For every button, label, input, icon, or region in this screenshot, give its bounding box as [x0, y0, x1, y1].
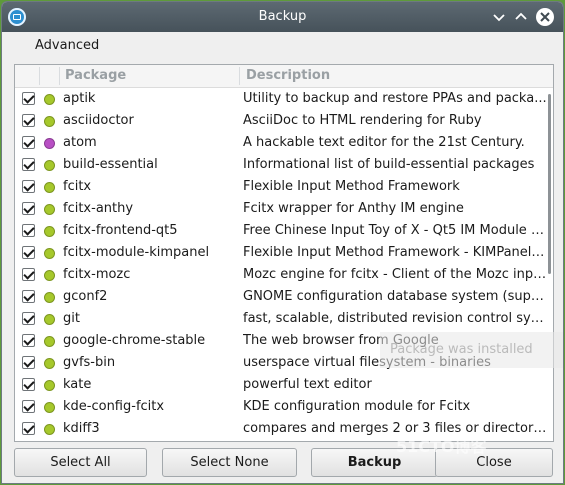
package-row[interactable]: kde-config-fcitx KDE configuration module…: [15, 396, 547, 418]
status-dot-icon: [44, 424, 55, 435]
status-dot-icon: [44, 358, 55, 369]
package-name: aptik: [63, 91, 96, 106]
title-bar[interactable]: Backup: [2, 2, 563, 32]
package-checkbox[interactable]: [22, 334, 35, 347]
install-status-tooltip: Package was installed: [380, 332, 563, 368]
watermark: 51CTO博客: [396, 437, 487, 456]
status-dot-icon: [44, 270, 55, 281]
package-description: GNOME configuration database system (sup…: [243, 289, 547, 304]
package-description: compares and merges 2 or 3 files or dire…: [243, 421, 547, 436]
package-description: A hackable text editor for the 21st Cent…: [243, 135, 525, 150]
package-name: google-chrome-stable: [63, 333, 206, 348]
status-dot-icon: [44, 204, 55, 215]
menu-bar: Advanced: [2, 32, 563, 60]
package-row[interactable]: fcitx-mozc Mozc engine for fcitx - Client…: [15, 264, 547, 286]
package-checkbox[interactable]: [22, 312, 35, 325]
package-name: fcitx-mozc: [63, 267, 131, 282]
minimize-icon[interactable]: [490, 8, 508, 26]
package-checkbox[interactable]: [22, 114, 35, 127]
package-checkbox[interactable]: [22, 400, 35, 413]
status-dot-icon: [44, 226, 55, 237]
package-description: AsciiDoc to HTML rendering for Ruby: [243, 113, 482, 128]
select-none-button[interactable]: Select None: [162, 448, 297, 477]
package-checkbox[interactable]: [22, 356, 35, 369]
package-checkbox[interactable]: [22, 246, 35, 259]
scrollbar-thumb[interactable]: [548, 94, 551, 274]
package-checkbox[interactable]: [22, 158, 35, 171]
package-description: Fcitx wrapper for Anthy IM engine: [243, 201, 464, 216]
package-description: Free Chinese Input Toy of X - Qt5 IM Mod…: [243, 223, 547, 238]
package-description: Mozc engine for fcitx - Client of the Mo…: [243, 267, 547, 282]
maximize-icon[interactable]: [512, 8, 530, 26]
package-name: kate: [63, 377, 92, 392]
menu-advanced[interactable]: Advanced: [26, 32, 108, 60]
status-dot-icon: [44, 182, 55, 193]
package-name: fcitx: [63, 179, 92, 194]
package-name: fcitx-module-kimpanel: [63, 245, 210, 260]
package-row[interactable]: fcitx Flexible Input Method Framework: [15, 176, 547, 198]
package-checkbox[interactable]: [22, 378, 35, 391]
package-rows: aptik Utility to backup and restore PPAs …: [15, 88, 547, 440]
package-row[interactable]: git fast, scalable, distributed revision …: [15, 308, 547, 330]
package-description: Flexible Input Method Framework - KIMPan…: [243, 245, 547, 260]
package-name: kdiff3: [63, 421, 100, 436]
status-dot-icon: [44, 380, 55, 391]
status-dot-icon: [44, 160, 55, 171]
status-dot-icon: [44, 116, 55, 127]
package-checkbox[interactable]: [22, 180, 35, 193]
package-description: KDE configuration module for Fcitx: [243, 399, 471, 414]
status-dot-icon: [44, 292, 55, 303]
status-dot-icon: [44, 94, 55, 105]
package-checkbox[interactable]: [22, 136, 35, 149]
vertical-scrollbar[interactable]: [548, 88, 553, 440]
close-icon[interactable]: [535, 7, 555, 27]
package-name: git: [63, 311, 80, 326]
select-all-button[interactable]: Select All: [14, 448, 147, 477]
package-checkbox[interactable]: [22, 290, 35, 303]
status-dot-icon: [44, 314, 55, 325]
package-row[interactable]: build-essential Informational list of bui…: [15, 154, 547, 176]
package-description: Informational list of build-essential pa…: [243, 157, 535, 172]
header-divider: [239, 67, 240, 85]
column-header-package[interactable]: Package: [65, 65, 126, 87]
package-checkbox[interactable]: [22, 202, 35, 215]
package-description: fast, scalable, distributed revision con…: [243, 311, 547, 326]
package-checkbox[interactable]: [22, 422, 35, 435]
header-divider: [39, 67, 40, 85]
package-name: atom: [63, 135, 97, 150]
package-description: Utility to backup and restore PPAs and p…: [243, 91, 547, 106]
package-checkbox[interactable]: [22, 224, 35, 237]
package-name: kde-config-fcitx: [63, 399, 165, 414]
window-title: Backup: [258, 9, 307, 24]
status-dot-icon: [44, 336, 55, 347]
status-dot-icon: [44, 248, 55, 259]
package-description: powerful text editor: [243, 377, 372, 392]
package-row[interactable]: fcitx-frontend-qt5 Free Chinese Input Toy…: [15, 220, 547, 242]
package-row[interactable]: atom A hackable text editor for the 21st …: [15, 132, 547, 154]
package-list[interactable]: Package Description aptik Utility to back…: [14, 64, 554, 442]
package-row[interactable]: gconf2 GNOME configuration database syste…: [15, 286, 547, 308]
package-name: gvfs-bin: [63, 355, 116, 370]
backup-window: Backup Advanced Package Description apti…: [2, 2, 563, 483]
package-description: Flexible Input Method Framework: [243, 179, 460, 194]
package-row[interactable]: fcitx-anthy Fcitx wrapper for Anthy IM en…: [15, 198, 547, 220]
package-row[interactable]: aptik Utility to backup and restore PPAs …: [15, 88, 547, 110]
package-name: build-essential: [63, 157, 158, 172]
package-checkbox[interactable]: [22, 268, 35, 281]
package-name: fcitx-frontend-qt5: [63, 223, 178, 238]
status-dot-icon: [44, 138, 55, 149]
status-dot-icon: [44, 402, 55, 413]
package-name: gconf2: [63, 289, 108, 304]
list-header: Package Description: [15, 65, 553, 88]
package-name: asciidoctor: [63, 113, 134, 128]
header-divider: [59, 67, 60, 85]
package-row[interactable]: kate powerful text editor: [15, 374, 547, 396]
package-name: fcitx-anthy: [63, 201, 134, 216]
package-row[interactable]: asciidoctor AsciiDoc to HTML rendering fo…: [15, 110, 547, 132]
package-checkbox[interactable]: [22, 92, 35, 105]
column-header-description[interactable]: Description: [246, 65, 330, 87]
package-row[interactable]: fcitx-module-kimpanel Flexible Input Meth…: [15, 242, 547, 264]
